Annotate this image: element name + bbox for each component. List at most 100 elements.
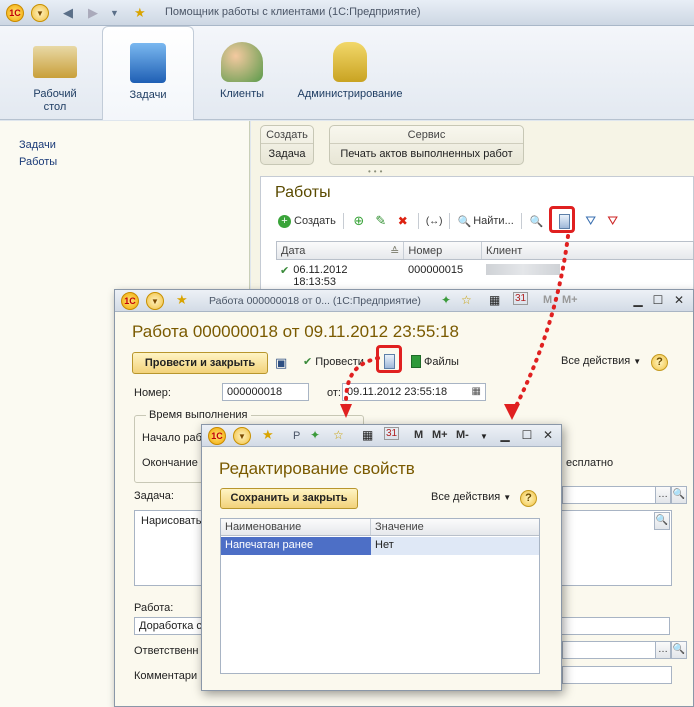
works-list-title: Работы <box>275 184 331 201</box>
clients-icon <box>221 42 263 82</box>
calculator-icon[interactable]: ▦ <box>489 293 500 307</box>
1c-logo-icon[interactable]: 1С <box>208 427 226 445</box>
column-header-client[interactable]: Клиент <box>482 242 693 259</box>
filter-button[interactable]: ⛛ <box>581 211 601 231</box>
period-button[interactable]: (↔) <box>424 211 445 231</box>
date-field[interactable]: 09.11.2012 23:55:18 ▦ <box>342 383 486 401</box>
table-row[interactable]: Напечатан ранее Нет <box>221 537 539 555</box>
close-icon[interactable]: ✕ <box>541 428 555 442</box>
link-icon[interactable]: ✦ <box>310 428 320 442</box>
help-icon[interactable]: ? <box>520 490 537 507</box>
help-icon[interactable]: ? <box>651 354 668 371</box>
section-admin[interactable]: Администрирование <box>292 26 408 120</box>
find-button[interactable]: 🔍 Найти... <box>455 211 515 231</box>
column-header-value[interactable]: Значение <box>371 519 539 535</box>
task-open-icon[interactable]: 🔍 <box>671 486 687 504</box>
add-favorite-icon[interactable]: ☆ <box>461 293 472 307</box>
column-date-label: Дата <box>281 245 306 257</box>
delete-icon: ✖ <box>397 214 408 228</box>
chevron-down-icon[interactable]: ▼ <box>480 432 488 441</box>
history-dropdown-icon[interactable]: ▼ <box>110 8 119 18</box>
favorites-star-icon[interactable]: ★ <box>262 427 274 443</box>
files-icon <box>411 355 421 368</box>
number-field[interactable]: 000000018 <box>222 383 309 401</box>
back-icon[interactable]: ◀ <box>63 5 73 21</box>
calendar-picker-icon[interactable]: ▦ <box>472 385 481 399</box>
minimize-icon[interactable]: ▁ <box>498 428 512 442</box>
window-menu-icon[interactable]: ▼ <box>146 292 164 310</box>
cancel-search-button[interactable]: 🔍 <box>527 211 547 231</box>
calendar-icon[interactable]: 31 <box>384 427 400 440</box>
favorites-star-icon[interactable]: ★ <box>176 292 188 308</box>
cell-date: ✔ 06.11.2012 18:13:53 <box>276 261 404 291</box>
highlight-properties-button <box>549 206 575 233</box>
create-task-command[interactable]: Задача <box>261 144 313 164</box>
column-header-number[interactable]: Номер <box>404 242 483 259</box>
maximize-icon[interactable]: ☐ <box>520 428 534 442</box>
splitter-grip[interactable]: ••• <box>368 167 385 176</box>
responsible-field[interactable] <box>562 641 656 659</box>
post-and-close-button[interactable]: Провести и закрыть <box>132 352 268 374</box>
close-icon[interactable]: ✕ <box>672 293 686 307</box>
memory-m-button[interactable]: M <box>414 429 423 441</box>
main-window-title: Помощник работы с клиентами (1С:Предприя… <box>165 6 421 18</box>
comment-field[interactable] <box>562 666 672 684</box>
memory-m-button[interactable]: M <box>543 294 552 306</box>
memory-mplus-button[interactable]: M+ <box>562 294 578 306</box>
section-clients[interactable]: Клиенты <box>206 26 278 120</box>
task-description-search-icon[interactable]: 🔍 <box>654 512 670 530</box>
tasks-icon <box>130 43 166 83</box>
copy-icon: ⊕ <box>353 213 365 228</box>
cell-property-value[interactable]: Нет <box>371 537 539 555</box>
clear-filter-button[interactable]: ⛛ <box>603 211 623 231</box>
create-command-group: Создать Задача <box>260 125 314 165</box>
table-row[interactable]: ✔ 06.11.2012 18:13:53 000000015 <box>276 261 694 291</box>
task-field[interactable] <box>562 486 656 504</box>
memory-mplus-button[interactable]: M+ <box>432 429 448 441</box>
create-button[interactable]: + Создать <box>276 211 338 231</box>
memory-mminus-button[interactable]: M- <box>456 429 469 441</box>
1c-logo-icon[interactable]: 1С <box>121 292 139 310</box>
window-menu-icon[interactable]: ▼ <box>233 427 251 445</box>
section-desktop[interactable]: Рабочий стол <box>20 26 90 120</box>
files-button[interactable]: Файлы <box>411 355 459 368</box>
column-header-date[interactable]: Дата ≙ <box>277 242 405 259</box>
properties-table: Наименование Значение Напечатан ранее Не… <box>220 518 540 674</box>
post-button-label: Провести <box>315 355 364 368</box>
section-admin-label: Администрирование <box>297 88 403 100</box>
forward-icon[interactable]: ▶ <box>88 5 98 21</box>
nav-link-tasks[interactable]: Задачи <box>19 137 249 154</box>
main-menu-icon[interactable]: ▼ <box>31 4 49 22</box>
calculator-icon[interactable]: ▦ <box>362 428 373 442</box>
delete-button[interactable]: ✖ <box>393 211 413 231</box>
minimize-icon[interactable]: ▁ <box>631 293 645 307</box>
clear-filter-icon: ⛛ <box>607 213 619 228</box>
responsible-select-button[interactable]: … <box>655 641 671 659</box>
work-form-heading: Работа 000000018 от 09.11.2012 23:55:18 <box>132 322 459 341</box>
calendar-icon[interactable]: 31 <box>513 292 529 305</box>
section-desktop-label: Рабочий стол <box>33 88 77 113</box>
copy-button[interactable]: ⊕ <box>349 211 369 231</box>
task-label: Задача: <box>134 490 174 502</box>
print-acts-command[interactable]: Печать актов выполненных работ <box>330 144 523 164</box>
maximize-icon[interactable]: ☐ <box>651 293 665 307</box>
add-favorite-icon[interactable]: ☆ <box>333 428 344 442</box>
task-select-button[interactable]: … <box>655 486 671 504</box>
section-tasks[interactable]: Задачи <box>102 26 194 120</box>
all-actions-menu[interactable]: Все действия ▼ <box>561 355 641 367</box>
save-icon[interactable]: ▣ <box>275 355 287 371</box>
cancel-search-icon: 🔍 <box>529 215 544 228</box>
edit-button[interactable]: ✎ <box>371 211 391 231</box>
post-button[interactable]: ✔ Провести <box>303 355 364 369</box>
responsible-open-icon[interactable]: 🔍 <box>671 641 687 659</box>
all-actions-menu[interactable]: Все действия ▼ <box>431 491 511 503</box>
save-and-close-button[interactable]: Сохранить и закрыть <box>220 488 358 509</box>
edit-properties-window: 1С ▼ ★ Р ✦ ☆ ▦ 31 M M+ M- ▼ ▁ ☐ ✕ Редакт… <box>201 424 562 691</box>
nav-link-works[interactable]: Работы <box>19 154 249 171</box>
work-window-titlebar: 1С ▼ ★ Работа 000000018 от 0... (1С:Пред… <box>115 290 693 312</box>
column-header-name[interactable]: Наименование <box>221 519 371 535</box>
sort-icon: ≙ <box>390 246 400 258</box>
favorites-star-icon[interactable]: ★ <box>134 5 146 21</box>
link-icon[interactable]: ✦ <box>441 293 451 307</box>
1c-logo-icon[interactable]: 1С <box>6 4 24 22</box>
